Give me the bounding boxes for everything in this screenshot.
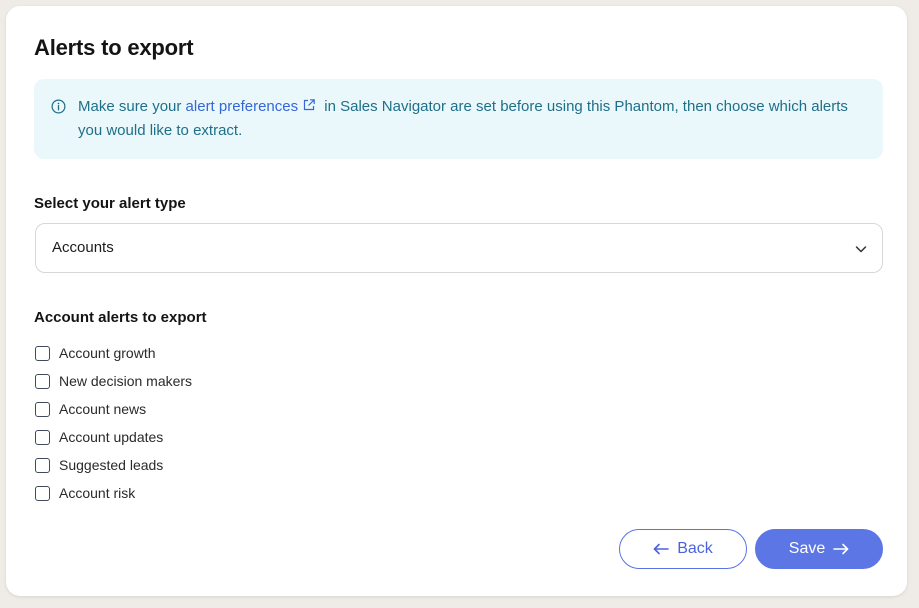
back-button[interactable]: Back	[619, 529, 747, 569]
checkbox-label: Account news	[59, 401, 147, 417]
checkbox-suggested-leads[interactable]: Suggested leads	[35, 451, 192, 479]
alert-preferences-link[interactable]: alert preferences	[186, 98, 299, 115]
checkbox[interactable]	[35, 373, 50, 389]
info-message: Make sure your alert preferences in Sale…	[78, 95, 868, 143]
account-alerts-list: Account growth New decision makers Accou…	[35, 339, 192, 507]
info-icon	[51, 99, 66, 114]
arrow-left-icon	[653, 543, 670, 555]
arrow-right-icon	[833, 543, 849, 555]
checkbox-label: Account risk	[59, 485, 136, 501]
checkbox-account-news[interactable]: Account news	[35, 395, 192, 423]
alert-type-value: Accounts	[52, 239, 114, 256]
chevron-down-icon	[855, 246, 867, 253]
checkbox-label: New decision makers	[59, 373, 193, 389]
checkbox-new-decision-makers[interactable]: New decision makers	[35, 367, 192, 395]
checkbox[interactable]	[35, 485, 50, 501]
account-alerts-label: Account alerts to export	[34, 309, 207, 326]
save-button[interactable]: Save	[755, 529, 883, 569]
save-button-label: Save	[788, 540, 826, 557]
external-link-icon[interactable]	[302, 98, 316, 112]
page-title: Alerts to export	[34, 35, 194, 60]
checkbox-label: Account growth	[59, 345, 156, 361]
alert-type-label: Select your alert type	[34, 195, 186, 212]
checkbox-label: Account updates	[59, 429, 164, 445]
checkbox[interactable]	[35, 429, 50, 445]
checkbox-label: Suggested leads	[59, 457, 164, 473]
checkbox[interactable]	[35, 345, 50, 361]
alert-type-select[interactable]: Accounts	[35, 223, 883, 273]
checkbox-account-risk[interactable]: Account risk	[35, 479, 192, 507]
checkbox[interactable]	[35, 401, 50, 417]
checkbox-account-growth[interactable]: Account growth	[35, 339, 192, 367]
alerts-export-panel: Alerts to export Make sure your alert pr…	[6, 6, 907, 596]
checkbox-account-updates[interactable]: Account updates	[35, 423, 192, 451]
back-button-label: Back	[677, 540, 713, 557]
info-text-prefix: Make sure your	[78, 98, 186, 115]
info-banner: Make sure your alert preferences in Sale…	[34, 79, 883, 159]
checkbox[interactable]	[35, 457, 50, 473]
